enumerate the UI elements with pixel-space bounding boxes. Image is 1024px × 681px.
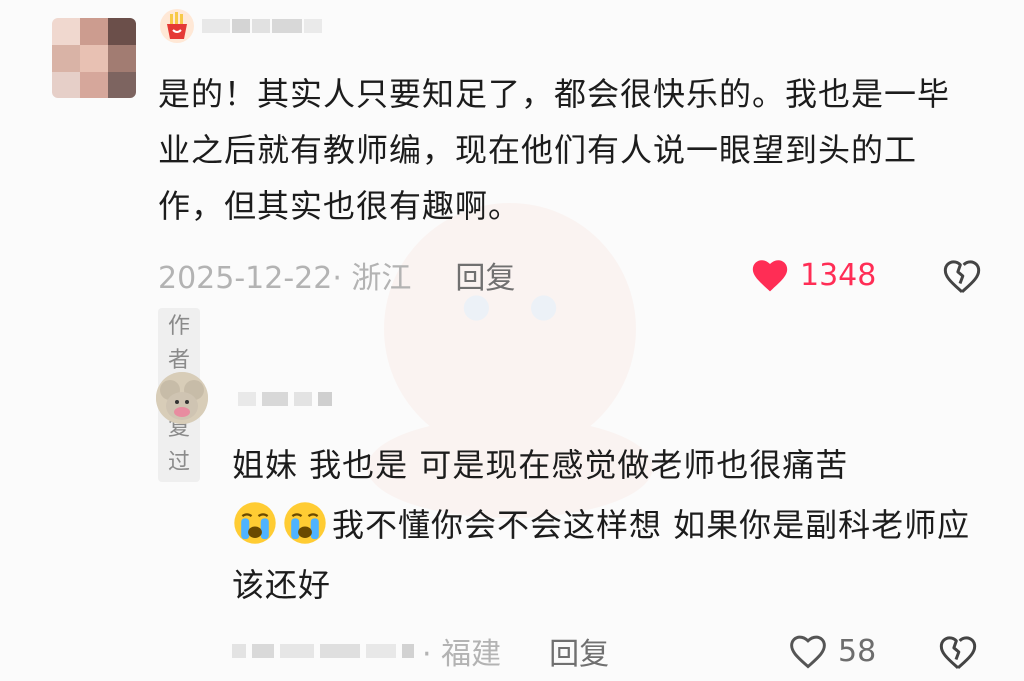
comment-date-location: 2025-12-22· 浙江 <box>158 261 412 296</box>
comment-text: 是的！其实人只要知足了，都会很快乐的。我也是一毕业之后就有教师编，现在他们有人说… <box>158 75 951 225</box>
reply-text: 姐妹 我也是 可是现在感觉做老师也很痛苦 我不懂你会不会这样想 如果你是副科老师… <box>232 435 992 615</box>
like-count: 1348 <box>800 257 877 293</box>
reply-text-line1: 姐妹 我也是 可是现在感觉做老师也很痛苦 <box>232 446 849 484</box>
comment-meta: 2025-12-22· 浙江 回复 1348 <box>158 252 988 298</box>
username-blurred[interactable] <box>238 392 332 406</box>
crying-face-emoji-icon <box>234 502 276 544</box>
reply-meta: · 福建 回复 58 <box>232 628 992 674</box>
reply-location: · 福建 <box>422 637 502 672</box>
heart-filled-icon <box>752 260 788 292</box>
avatar[interactable] <box>52 18 136 98</box>
broken-heart-icon[interactable] <box>938 632 978 672</box>
like-count: 58 <box>838 633 877 669</box>
broken-heart-icon[interactable] <box>942 256 982 296</box>
like-button[interactable]: 1348 <box>750 252 876 298</box>
crying-face-emoji-icon <box>284 502 326 544</box>
reply-text-line2-wrap: 我不懂你会不会这样想 如果你是副科老师应该还好 <box>232 495 992 615</box>
reply-button[interactable]: 回复 <box>549 629 609 673</box>
username-blurred <box>202 19 322 33</box>
like-button[interactable]: 58 <box>788 628 876 674</box>
username-row[interactable] <box>160 6 322 46</box>
reply-button[interactable]: 回复 <box>455 253 515 297</box>
heart-outline-icon <box>790 635 826 669</box>
avatar[interactable] <box>156 372 208 424</box>
reply-text-line2: 我不懂你会不会这样想 如果你是副科老师应该还好 <box>232 506 971 604</box>
reply-date-blurred <box>232 644 414 658</box>
fries-badge-icon <box>160 9 194 43</box>
